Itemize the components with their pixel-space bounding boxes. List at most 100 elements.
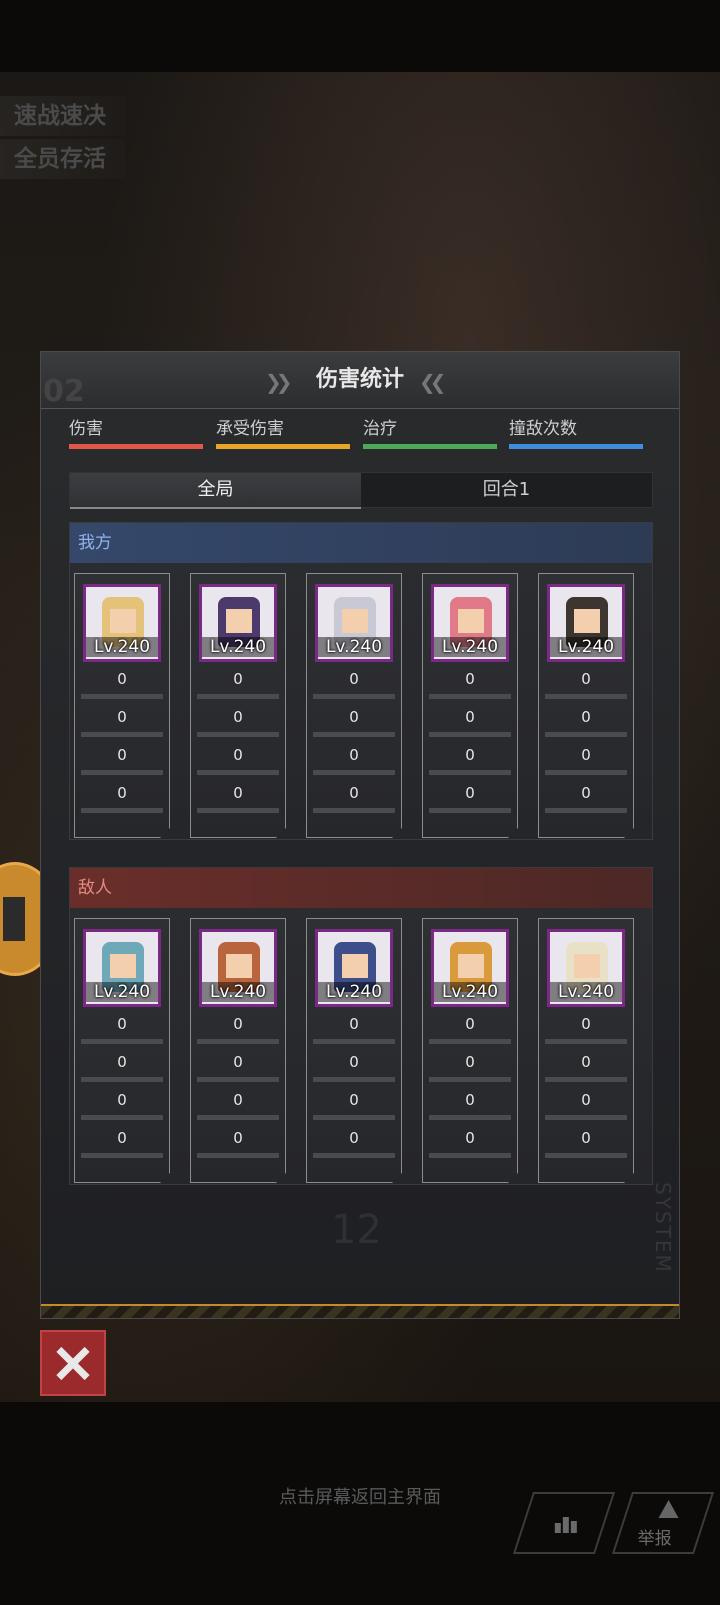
stat-bar xyxy=(81,1153,163,1158)
stat-value: 0 xyxy=(581,1129,591,1147)
stat-value: 0 xyxy=(465,670,475,688)
stat-value: 0 xyxy=(465,708,475,726)
unit-stat-row: 0 xyxy=(539,746,633,784)
stat-value: 0 xyxy=(233,784,243,802)
unit-stat-row: 0 xyxy=(191,784,285,822)
stat-bar xyxy=(197,1153,279,1158)
unit-stat-row: 0 xyxy=(307,708,401,746)
stat-value: 0 xyxy=(349,708,359,726)
stat-value: 0 xyxy=(233,1129,243,1147)
unit-stat-row: 0 xyxy=(423,1053,517,1091)
stat-value: 0 xyxy=(233,708,243,726)
unit-level: Lv.240 xyxy=(318,982,390,1002)
unit-stat-row: 0 xyxy=(539,670,633,708)
legend-bar xyxy=(509,444,643,449)
stat-value: 0 xyxy=(465,746,475,764)
unit-stat-row: 0 xyxy=(307,1015,401,1053)
stat-bar xyxy=(545,1077,627,1082)
damage-stats-panel: 02 ❯❯ 伤害统计 ❮❮ 伤害 承受伤害 治疗 撞敌次数 全局 回合1 我方 … xyxy=(40,351,680,1319)
ally-unit-card[interactable]: Lv.240 0 0 0 0 xyxy=(422,573,518,838)
enemy-unit-card[interactable]: Lv.240 0 0 0 0 xyxy=(190,918,286,1183)
ally-unit-card[interactable]: Lv.240 0 0 0 0 xyxy=(190,573,286,838)
unit-stat-row: 0 xyxy=(307,1091,401,1129)
unit-portrait: Lv.240 xyxy=(199,584,277,662)
unit-stat-row: 0 xyxy=(191,1129,285,1167)
chevron-left-icon: ❮❮ xyxy=(419,370,446,394)
stat-bar xyxy=(429,1153,511,1158)
stat-value: 0 xyxy=(117,746,127,764)
unit-stat-row: 0 xyxy=(75,746,169,784)
stat-value: 0 xyxy=(233,1053,243,1071)
unit-stat-row: 0 xyxy=(423,708,517,746)
bar-chart-icon xyxy=(554,1514,579,1533)
ally-label: 我方 xyxy=(78,533,112,553)
stat-bar xyxy=(545,1115,627,1120)
unit-portrait: Lv.240 xyxy=(199,929,277,1007)
stat-value: 0 xyxy=(465,1053,475,1071)
enemy-unit-card[interactable]: Lv.240 0 0 0 0 xyxy=(74,918,170,1183)
tab-global[interactable]: 全局 xyxy=(70,473,361,509)
enemy-unit-card[interactable]: Lv.240 0 0 0 0 xyxy=(306,918,402,1183)
deco-system-text: SYSTEM xyxy=(651,1182,675,1274)
stat-bar xyxy=(545,694,627,699)
stat-value: 0 xyxy=(581,746,591,764)
legend-heal: 治疗 xyxy=(363,414,497,449)
stat-bar xyxy=(313,732,395,737)
scope-tabs: 全局 回合1 xyxy=(69,472,653,509)
stat-value: 0 xyxy=(117,708,127,726)
unit-level: Lv.240 xyxy=(318,637,390,657)
legend-bar xyxy=(363,444,497,449)
ally-unit-card[interactable]: Lv.240 0 0 0 0 xyxy=(74,573,170,838)
unit-level: Lv.240 xyxy=(86,982,158,1002)
unit-portrait: Lv.240 xyxy=(547,929,625,1007)
unit-level: Lv.240 xyxy=(434,637,506,657)
stat-bar xyxy=(81,732,163,737)
unit-level: Lv.240 xyxy=(550,982,622,1002)
unit-stat-row: 0 xyxy=(307,1129,401,1167)
unit-stat-row: 0 xyxy=(75,1129,169,1167)
panel-title: 伤害统计 xyxy=(315,367,404,392)
stat-value: 0 xyxy=(349,1091,359,1109)
unit-stat-row: 0 xyxy=(75,1053,169,1091)
enemy-unit-card[interactable]: Lv.240 0 0 0 0 xyxy=(422,918,518,1183)
stat-value: 0 xyxy=(349,746,359,764)
unit-stat-row: 0 xyxy=(75,784,169,822)
stat-bar xyxy=(197,732,279,737)
stat-bar xyxy=(429,1077,511,1082)
stat-value: 0 xyxy=(581,1091,591,1109)
stat-bar xyxy=(429,732,511,737)
enemy-unit-card[interactable]: Lv.240 0 0 0 0 xyxy=(538,918,634,1183)
tab-round-1[interactable]: 回合1 xyxy=(361,473,652,507)
stat-bar xyxy=(429,770,511,775)
stat-value: 0 xyxy=(117,1053,127,1071)
unit-stat-row: 0 xyxy=(191,1091,285,1129)
close-button[interactable] xyxy=(40,1330,106,1396)
unit-level: Lv.240 xyxy=(550,637,622,657)
unit-stat-row: 0 xyxy=(307,670,401,708)
ally-unit-card[interactable]: Lv.240 0 0 0 0 xyxy=(306,573,402,838)
legend-label: 撞敌次数 xyxy=(509,419,577,439)
ally-unit-card[interactable]: Lv.240 0 0 0 0 xyxy=(538,573,634,838)
stat-value: 0 xyxy=(117,1129,127,1147)
stat-bar xyxy=(81,1115,163,1120)
stat-value: 0 xyxy=(349,1053,359,1071)
unit-stat-row: 0 xyxy=(423,746,517,784)
stat-bar xyxy=(545,808,627,813)
legend-damage-taken: 承受伤害 xyxy=(216,414,350,449)
stat-bar xyxy=(81,808,163,813)
unit-portrait: Lv.240 xyxy=(431,584,509,662)
stat-bar xyxy=(197,694,279,699)
unit-stat-row: 0 xyxy=(539,784,633,822)
unit-stat-row: 0 xyxy=(539,1053,633,1091)
legend-damage: 伤害 xyxy=(69,414,203,449)
enemy-label: 敌人 xyxy=(78,878,112,898)
stat-value: 0 xyxy=(117,784,127,802)
unit-stat-row: 0 xyxy=(539,1129,633,1167)
unit-portrait: Lv.240 xyxy=(315,929,393,1007)
stat-value: 0 xyxy=(233,1015,243,1033)
stat-bar xyxy=(429,808,511,813)
unit-level: Lv.240 xyxy=(86,637,158,657)
legend-label: 承受伤害 xyxy=(216,419,284,439)
stat-bar xyxy=(197,1039,279,1044)
unit-portrait: Lv.240 xyxy=(83,584,161,662)
